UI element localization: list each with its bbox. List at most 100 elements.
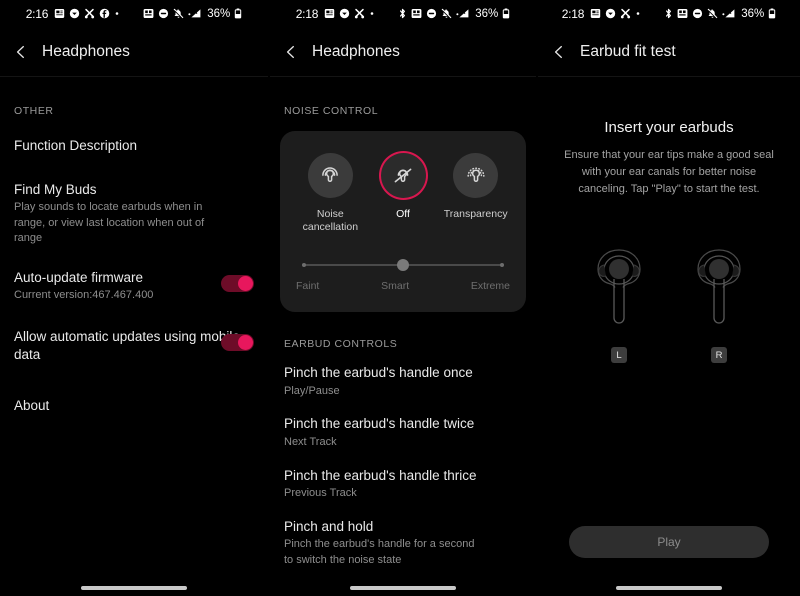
section-label-other: OTHER	[14, 105, 54, 117]
news-icon	[324, 8, 335, 19]
battery-percent: 36%	[207, 7, 231, 20]
status-bar: 2:16 36%	[0, 0, 268, 27]
list-item-subtitle: Play/Pause	[284, 384, 340, 397]
panel-headphones-other: 2:16 36% Headphones OTHER Function Descr…	[0, 0, 268, 596]
earbud-right-icon	[691, 246, 747, 338]
scissors-icon	[354, 8, 365, 19]
panel-earbud-fit-test: 2:18 36% Earbud fit test Insert your ear…	[538, 0, 800, 596]
earbud-right: R	[691, 246, 747, 364]
three-panel-screenshot: 2:16 36% Headphones OTHER Function Descr…	[0, 0, 800, 596]
back-arrow-icon[interactable]	[14, 45, 28, 59]
scissors-icon	[620, 8, 631, 19]
news-icon	[590, 8, 601, 19]
battery-icon	[768, 8, 776, 19]
list-item-title: Pinch and hold	[284, 518, 374, 534]
list-item-function-description[interactable]: Function Description	[0, 137, 268, 155]
list-item-about[interactable]: About	[0, 397, 268, 415]
toggle-knob	[238, 335, 253, 351]
signal-icon	[188, 8, 202, 19]
list-item-subtitle: Pinch the earbud's handle for a second t…	[284, 538, 475, 566]
earbud-left: L	[591, 246, 647, 364]
list-item-subtitle: Next Track	[284, 435, 337, 448]
list-item-title: Allow automatic updates using mobile dat…	[14, 329, 240, 362]
toggle-knob	[238, 275, 253, 291]
facebook-icon	[99, 8, 110, 19]
list-item-subtitle: Play sounds to locate earbuds when in ra…	[14, 201, 205, 245]
more-dot-icon	[114, 8, 120, 19]
gesture-nav-bar	[616, 586, 722, 590]
message-icon	[339, 8, 350, 19]
battery-percent: 36%	[741, 7, 765, 20]
noise-mode-label: Transparency	[443, 208, 508, 220]
list-item-pinch-once[interactable]: Pinch the earbud's handle once Play/Paus…	[270, 364, 536, 399]
app-bar: Earbud fit test	[538, 27, 800, 77]
noise-cancellation-icon	[307, 153, 353, 198]
status-bar: 2:18 36%	[538, 0, 800, 27]
back-arrow-icon[interactable]	[284, 45, 298, 59]
fit-test-title: Insert your earbuds	[604, 119, 734, 136]
status-time: 2:18	[561, 6, 585, 21]
noise-mode-label: Noise cancellation	[302, 208, 359, 233]
noise-intensity-slider[interactable]	[302, 259, 504, 272]
dnd-icon	[692, 8, 703, 19]
fit-test-description: Ensure that your ear tips make a good se…	[564, 149, 774, 196]
app-bar: Headphones	[0, 27, 268, 77]
noise-mode-transparency[interactable]: Transparency	[439, 153, 512, 233]
mute-bell-icon	[707, 8, 718, 19]
slider-thumb[interactable]	[397, 259, 409, 272]
earbud-illustrations: L R	[538, 246, 800, 364]
fit-test-header: Insert your earbuds Ensure that your ear…	[538, 119, 800, 198]
status-bar-right: 36%	[398, 8, 510, 20]
dnd-icon	[158, 8, 169, 19]
earbud-right-label: R	[711, 347, 727, 364]
battery-percent: 36%	[475, 7, 499, 20]
list-item-title: Auto-update firmware	[14, 269, 144, 285]
earbud-left-icon	[591, 246, 647, 338]
page-title: Headphones	[42, 42, 130, 60]
app-bar: Headphones	[270, 27, 536, 77]
slider-tick-labels: Faint Smart Extreme	[294, 280, 512, 292]
status-bar-right: 36%	[143, 8, 242, 20]
message-icon	[69, 8, 80, 19]
list-item-mobile-data-updates[interactable]: Allow automatic updates using mobile dat…	[0, 328, 268, 363]
list-item-title: Find My Buds	[14, 181, 97, 197]
list-item-auto-update-firmware[interactable]: Auto-update firmware Current version:467…	[0, 269, 268, 304]
toggle-mobile-data-updates[interactable]	[221, 334, 254, 352]
screenshot-icon	[677, 8, 688, 19]
transparency-icon	[453, 153, 499, 198]
list-item-title: Pinch the earbud's handle twice	[284, 416, 475, 432]
list-item-pinch-thrice[interactable]: Pinch the earbud's handle thrice Previou…	[270, 467, 536, 502]
list-item-title: Pinch the earbud's handle thrice	[284, 467, 477, 483]
screenshot-icon	[143, 8, 154, 19]
battery-icon	[502, 8, 510, 19]
section-label-earbud-controls: EARBUD CONTROLS	[284, 338, 398, 351]
noise-control-card: Noise cancellation Off Transparency Fain…	[280, 131, 526, 313]
gesture-nav-bar	[350, 586, 456, 590]
play-button[interactable]: Play	[569, 526, 769, 558]
noise-mode-off[interactable]: Off	[367, 153, 440, 233]
dnd-icon	[426, 8, 437, 19]
slider-tick-extreme: Extreme	[470, 280, 510, 293]
status-bar-right: 36%	[664, 8, 776, 20]
list-item-subtitle: Current version:467.467.400	[14, 289, 154, 302]
back-arrow-icon[interactable]	[552, 45, 566, 59]
toggle-auto-update-firmware[interactable]	[221, 274, 254, 292]
list-item-subtitle: Previous Track	[284, 487, 357, 500]
news-icon	[54, 8, 65, 19]
list-item-title: Pinch the earbud's handle once	[284, 365, 473, 381]
list-item-pinch-and-hold[interactable]: Pinch and hold Pinch the earbud's handle…	[270, 518, 536, 569]
status-bar: 2:18 36%	[270, 0, 536, 27]
status-time: 2:18	[295, 6, 319, 21]
noise-mode-label: Off	[396, 208, 410, 220]
slider-endpoint-left	[302, 263, 306, 268]
slider-tick-smart: Smart	[381, 280, 410, 293]
slider-endpoint-right	[500, 263, 504, 268]
noise-mode-noise-cancellation[interactable]: Noise cancellation	[294, 153, 367, 233]
bluetooth-icon	[398, 8, 407, 19]
status-time: 2:16	[25, 6, 49, 21]
status-bar-left: 2:18	[562, 7, 642, 21]
mute-bell-icon	[441, 8, 452, 19]
list-item-pinch-twice[interactable]: Pinch the earbud's handle twice Next Tra…	[270, 415, 536, 450]
list-item-find-my-buds[interactable]: Find My Buds Play sounds to locate earbu…	[0, 181, 268, 247]
status-bar-left: 2:18	[296, 7, 376, 21]
